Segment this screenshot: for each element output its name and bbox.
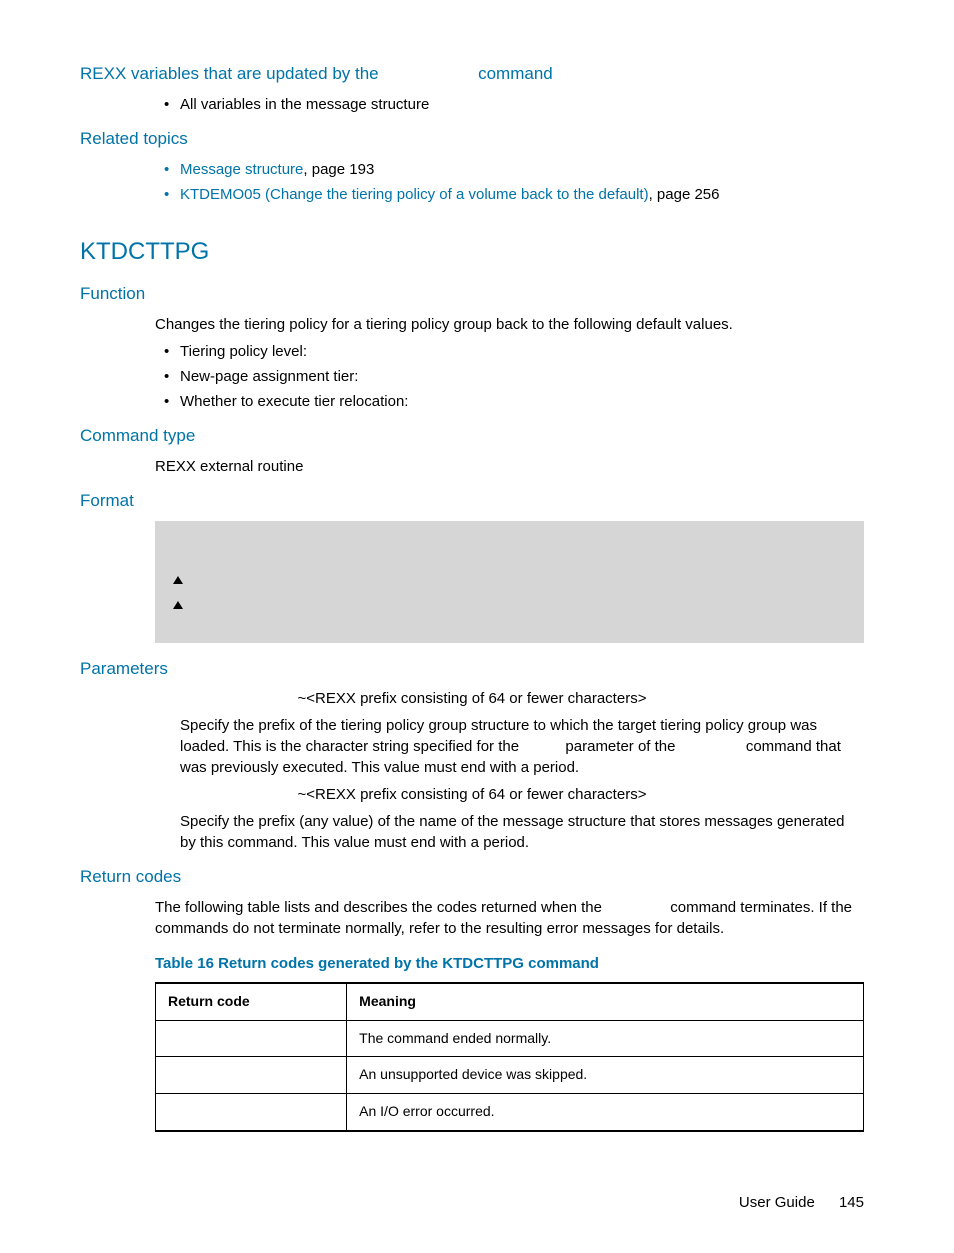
link-ktdemo05[interactable]: KTDEMO05 (Change the tiering policy of a… — [180, 186, 649, 203]
link-message-structure[interactable]: Message structure — [180, 161, 303, 178]
footer-label: User Guide — [739, 1194, 815, 1211]
page-footer: User Guide 145 — [80, 1192, 864, 1213]
param-desc-a: Specify the prefix of the tiering policy… — [180, 717, 817, 755]
cell-meaning: An I/O error occurred. — [347, 1094, 864, 1131]
code-line — [173, 545, 846, 570]
table-row: An I/O error occurred. — [156, 1094, 864, 1131]
list-item: All variables in the message structure — [180, 94, 864, 115]
footer-page-number: 145 — [839, 1194, 864, 1211]
param-desc-b: parameter of the — [561, 738, 679, 755]
col-header-return-code: Return code — [156, 983, 347, 1020]
related-topics-list: Message structure, page 193 KTDEMO05 (Ch… — [80, 159, 864, 205]
param-desc: Specify the prefix (any value) of the na… — [180, 811, 864, 853]
col-header-meaning: Meaning — [347, 983, 864, 1020]
cell-meaning: An unsupported device was skipped. — [347, 1057, 864, 1094]
link-suffix: , page 256 — [649, 186, 720, 203]
format-code-block — [155, 521, 864, 643]
list-item: Tiering policy level: — [180, 341, 864, 362]
cell-code — [156, 1020, 347, 1057]
rexx-vars-list: All variables in the message structure — [80, 94, 864, 115]
link-suffix: , page 193 — [303, 161, 374, 178]
cell-code — [156, 1057, 347, 1094]
command-type-text: REXX external routine — [155, 456, 864, 477]
code-line — [173, 594, 846, 619]
param-desc: Specify the prefix of the tiering policy… — [180, 715, 864, 778]
subheading-return-codes: Return codes — [80, 865, 864, 889]
subheading-function: Function — [80, 282, 864, 306]
table-row: An unsupported device was skipped. — [156, 1057, 864, 1094]
code-line — [173, 569, 846, 594]
subheading-parameters: Parameters — [80, 657, 864, 681]
heading-text-a: REXX variables that are updated by the — [80, 64, 383, 83]
section-heading-rexx-vars: REXX variables that are updated by the c… — [80, 62, 864, 86]
cell-meaning: The command ended normally. — [347, 1020, 864, 1057]
list-item-text: Tiering policy level: — [180, 343, 307, 360]
subheading-command-type: Command type — [80, 424, 864, 448]
cell-code — [156, 1094, 347, 1131]
section-heading-ktdcttpg: KTDCTTPG — [80, 235, 864, 269]
table-header-row: Return code Meaning — [156, 983, 864, 1020]
table-caption: Table 16 Return codes generated by the K… — [155, 953, 864, 974]
triangle-marker-icon — [173, 601, 183, 609]
list-item: KTDEMO05 (Change the tiering policy of a… — [180, 184, 864, 205]
triangle-marker-icon — [173, 576, 183, 584]
list-item-text: New-page assignment tier: — [180, 368, 358, 385]
list-item: Whether to execute tier relocation: — [180, 391, 864, 412]
return-codes-table: Return code Meaning The command ended no… — [155, 982, 864, 1131]
list-item: New-page assignment tier: — [180, 366, 864, 387]
list-item-text: All variables in the message structure — [180, 96, 429, 113]
param-type-line: ~<REXX prefix consisting of 64 or fewer … — [180, 688, 764, 709]
subheading-format: Format — [80, 489, 864, 513]
function-defaults-list: Tiering policy level: New-page assignmen… — [80, 341, 864, 412]
rc-intro-a: The following table lists and describes … — [155, 899, 606, 916]
list-item: Message structure, page 193 — [180, 159, 864, 180]
list-item-text: Whether to execute tier relocation: — [180, 393, 408, 410]
function-intro: Changes the tiering policy for a tiering… — [155, 314, 864, 335]
return-codes-intro: The following table lists and describes … — [155, 897, 864, 939]
param-type-line: ~<REXX prefix consisting of 64 or fewer … — [180, 784, 764, 805]
heading-text-b: command — [473, 64, 552, 83]
table-row: The command ended normally. — [156, 1020, 864, 1057]
section-heading-related-topics: Related topics — [80, 127, 864, 151]
